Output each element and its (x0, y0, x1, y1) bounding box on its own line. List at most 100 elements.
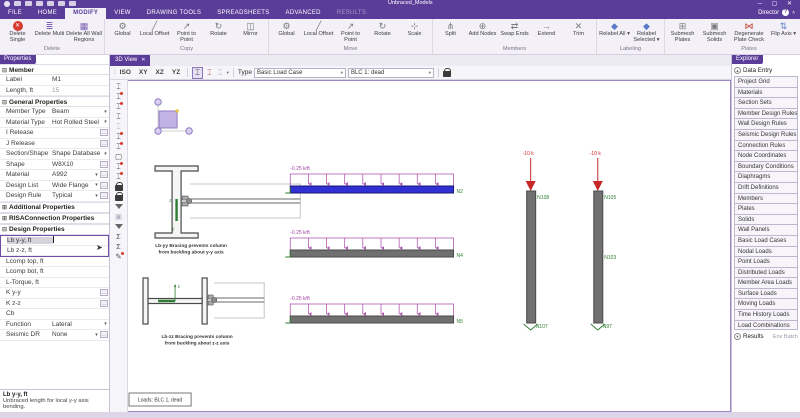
trim-button[interactable]: ✕Trim (563, 20, 594, 37)
dropdown-icon[interactable]: ▾ (93, 332, 100, 338)
lock-view-icon[interactable] (443, 71, 451, 77)
section-risaconnection-properties[interactable]: ⊞RISAConnection Properties (0, 213, 109, 224)
lock-selection-icon[interactable] (115, 185, 123, 191)
property-row-design-list[interactable]: Design ListWide Flange▾… (0, 181, 109, 192)
plate-node-widget[interactable] (155, 99, 192, 134)
explorer-item[interactable]: Solids (734, 214, 798, 225)
sketch-icon[interactable]: ✎ (115, 252, 121, 261)
copy-local-offset-button[interactable]: ╱Local Offset (139, 20, 170, 37)
render-color-button[interactable]: ⌶ (205, 68, 214, 78)
section-member[interactable]: ⊟Member (0, 64, 109, 75)
batch-label[interactable]: Batch (784, 334, 798, 340)
explorer-item[interactable]: Member Design Rules (734, 108, 798, 119)
explorer-item[interactable]: Node Coordinates (734, 150, 798, 161)
more-button[interactable]: … (100, 289, 108, 296)
move-rotate-button[interactable]: ↻Rotate (367, 20, 398, 37)
property-row-function[interactable]: FunctionLateral▾ (0, 320, 109, 331)
explorer-item[interactable]: Basic Load Cases (734, 235, 798, 246)
explorer-item[interactable]: Wall Panels (734, 224, 798, 235)
data-entry-header[interactable]: ▲ Data Entry (732, 64, 800, 76)
unlock-selection-icon[interactable] (115, 195, 123, 201)
explorer-item[interactable]: Load Combinations (734, 320, 798, 331)
property-row-member-type[interactable]: Member TypeBeam▾ (0, 107, 109, 118)
ibeam-section-yy[interactable]: z y (155, 166, 300, 238)
column-member-1[interactable]: -10 k N108 N107 (523, 151, 550, 330)
member-ends-icon[interactable]: ⌶ (116, 112, 121, 121)
swap-ends-button[interactable]: ⇄Swap Ends (499, 20, 530, 37)
member-color-icon[interactable]: ⌶ (116, 92, 121, 101)
explorer-item[interactable]: Boundary Conditions (734, 161, 798, 172)
deflection-icon[interactable]: ⌶ (116, 162, 121, 171)
property-row-material[interactable]: MaterialA992▾… (0, 170, 109, 181)
move-global-button[interactable]: ⚙Global (271, 20, 302, 37)
sum-selected-icon[interactable]: Σ (116, 242, 121, 251)
tab-spreadsheets[interactable]: SPREADSHEETS (209, 8, 277, 19)
explorer-item[interactable]: Nodal Loads (734, 246, 798, 257)
render-full-button[interactable]: ⌶ (216, 68, 225, 78)
more-button[interactable]: … (100, 171, 108, 178)
explorer-item[interactable]: Drift Definitions (734, 182, 798, 193)
property-row-lb-zz[interactable]: Lb z-z, ft (1, 246, 108, 256)
tab-home[interactable]: HOME (30, 8, 65, 19)
member-ghost-icon[interactable]: ⌶ (116, 122, 121, 131)
section-additional-properties[interactable]: ⊞Additional Properties (0, 202, 109, 213)
save-icon[interactable] (36, 1, 43, 6)
env-label[interactable]: Env (773, 334, 782, 340)
copy-global-button[interactable]: ⚙Global (107, 20, 138, 37)
explorer-item[interactable]: Project Grid (734, 76, 798, 87)
property-row-label[interactable]: LabelM1 (0, 75, 109, 86)
new-file-icon[interactable] (14, 1, 21, 6)
quick-access-toolbar[interactable] (4, 1, 76, 7)
tab-results[interactable]: RESULTS (329, 8, 374, 19)
delete-single-button[interactable]: ✕Delete Single (2, 20, 33, 43)
render-dropdown-icon[interactable]: ▾ (227, 70, 229, 76)
collapse-up-icon[interactable]: ▲ (734, 67, 741, 74)
yz-view-button[interactable]: YZ (169, 68, 183, 77)
copy-point-to-point-button[interactable]: ↗Point to Point (171, 20, 202, 43)
node-labels-icon[interactable]: ⌶ (116, 132, 121, 141)
more-button[interactable]: … (100, 192, 108, 199)
delete-all-wall-regions-button[interactable]: ▦Delete All Wall Regions (66, 20, 102, 43)
open-file-icon[interactable] (25, 1, 32, 6)
explorer-item[interactable]: Member Area Loads (734, 277, 798, 288)
extend-button[interactable]: →Extend (531, 20, 562, 37)
explorer-item[interactable]: Wall Design Rules (734, 118, 798, 129)
xz-view-button[interactable]: XZ (153, 68, 167, 77)
more-button[interactable]: … (100, 300, 108, 307)
help-icon[interactable]: ? (782, 9, 789, 16)
relabel-selected-button[interactable]: ◆Relabel Selected ▾ (631, 20, 662, 43)
model-canvas[interactable]: z y Lb-yy Bracing prevents column from b… (128, 80, 731, 412)
tab-3d-view[interactable]: 3D View✕ (110, 55, 150, 66)
property-row-design-rule[interactable]: Design RuleTypical▾… (0, 191, 109, 202)
property-row-shape[interactable]: ShapeW8X10… (0, 160, 109, 171)
explorer-item[interactable]: Seismic Design Rules (734, 129, 798, 140)
explorer-item[interactable]: Members (734, 193, 798, 204)
results-display-icon[interactable]: ⌶ (116, 172, 121, 181)
property-row-k-yy[interactable]: K y-y… (0, 288, 109, 299)
collapse-down-icon[interactable]: ▼ (734, 333, 741, 340)
property-row-section-shape[interactable]: Section/ShapeShape Database▾ (0, 149, 109, 160)
explorer-item[interactable]: Diaphragms (734, 171, 798, 182)
render-mode-icon[interactable]: ⌶ (116, 82, 121, 91)
property-row-j-release[interactable]: J Release… (0, 139, 109, 150)
move-local-offset-button[interactable]: ╱Local Offset (303, 20, 334, 37)
move-point-to-point-button[interactable]: ↗Point to Point (335, 20, 366, 43)
property-row-lcomp-top[interactable]: Lcomp top, ft (0, 257, 109, 268)
copy-mirror-button[interactable]: ◫Mirror (235, 20, 266, 37)
submesh-plates-button[interactable]: ⊞Submesh Plates (667, 20, 698, 43)
section-general-properties[interactable]: ⊟General Properties (0, 96, 109, 107)
xy-view-button[interactable]: XY (136, 68, 151, 77)
property-row-seismic-dr[interactable]: Seismic DRNone▾… (0, 330, 109, 341)
explorer-item[interactable]: Plates (734, 203, 798, 214)
delete-multi-button[interactable]: ≣Delete Multi (34, 20, 65, 37)
window-controls[interactable]: ─ ▢ ✕ (758, 0, 796, 7)
column-member-2[interactable]: -10 k N105 N103 N97 (590, 151, 617, 330)
split-button[interactable]: ⋔Split (435, 20, 466, 37)
load-type-select[interactable]: Basic Load Case▾ (254, 68, 346, 78)
property-row-length[interactable]: Length, ft15 (0, 86, 109, 97)
director-label[interactable]: Director (758, 10, 779, 16)
explorer-item[interactable]: Point Loads (734, 256, 798, 267)
property-row-i-release[interactable]: I Release… (0, 128, 109, 139)
more-button[interactable]: … (100, 129, 108, 136)
tab-drawing-tools[interactable]: DRAWING TOOLS (139, 8, 209, 19)
